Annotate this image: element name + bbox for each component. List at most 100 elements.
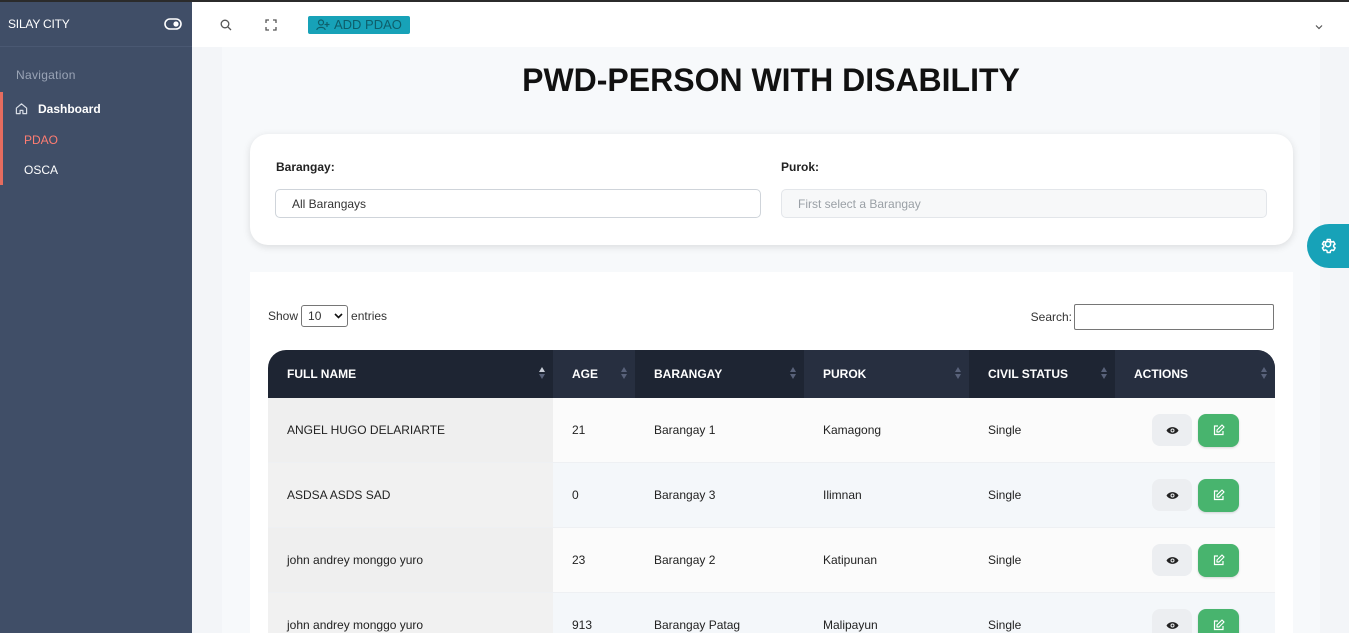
- cell-actions: [1115, 593, 1275, 633]
- main-content: PWD-PERSON WITH DISABILITY Barangay: All…: [222, 47, 1320, 633]
- cell-full-name: ASDSA ASDS SAD: [268, 463, 553, 527]
- purok-select[interactable]: First select a Barangay: [781, 189, 1267, 218]
- column-purok[interactable]: PUROK: [804, 350, 969, 398]
- sort-icon: [790, 367, 796, 379]
- add-pdao-label: ADD PDAO: [334, 17, 402, 32]
- chevron-down-icon[interactable]: [1315, 19, 1323, 33]
- search-input[interactable]: [1074, 304, 1274, 330]
- sidebar-item-dashboard[interactable]: Dashboard: [3, 92, 192, 125]
- column-full-name[interactable]: FULL NAME: [268, 350, 553, 398]
- table-row: john andrey monggo yuro 23 Barangay 2 Ka…: [268, 528, 1275, 593]
- sort-icon: [621, 367, 627, 379]
- brand-name: SILAY CITY: [8, 17, 70, 31]
- view-button[interactable]: [1152, 609, 1192, 633]
- column-label: CIVIL STATUS: [988, 367, 1069, 381]
- cell-barangay: Barangay 3: [654, 488, 716, 502]
- sidebar: SILAY CITY Navigation Dashboard PDAO OSC…: [0, 0, 192, 633]
- table-row: john andrey monggo yuro 913 Barangay Pat…: [268, 593, 1275, 633]
- cell-full-name: ANGEL HUGO DELARIARTE: [268, 398, 553, 462]
- cell-barangay: Barangay 1: [654, 423, 716, 437]
- eye-icon: [1166, 426, 1178, 434]
- column-label: PUROK: [823, 367, 867, 381]
- edit-button[interactable]: [1198, 413, 1239, 447]
- column-label: BARANGAY: [654, 367, 723, 381]
- column-label: FULL NAME: [287, 367, 357, 381]
- edit-button[interactable]: [1198, 543, 1239, 577]
- search-label: Search:: [1030, 310, 1072, 324]
- view-button[interactable]: [1152, 544, 1192, 576]
- nav-group: Dashboard PDAO OSCA: [0, 92, 192, 185]
- table-row: ANGEL HUGO DELARIARTE 21 Barangay 1 Kama…: [268, 398, 1275, 463]
- edit-icon: [1213, 554, 1225, 566]
- cell-barangay: Barangay Patag: [654, 618, 741, 632]
- cell-purok: Ilimnan: [823, 488, 862, 502]
- show-label: Show: [268, 309, 299, 323]
- eye-icon: [1166, 621, 1178, 629]
- add-pdao-button[interactable]: ADD PDAO: [308, 15, 410, 34]
- sidebar-item-pdao[interactable]: PDAO: [3, 125, 192, 155]
- edit-icon: [1213, 489, 1225, 501]
- add-user-icon: [316, 18, 330, 31]
- entries-value: 10: [308, 309, 322, 323]
- cell-civil-status: Single: [988, 488, 1022, 502]
- filter-card: Barangay: All Barangays Purok: First sel…: [250, 134, 1293, 245]
- column-label: ACTIONS: [1134, 367, 1188, 381]
- column-label: AGE: [572, 367, 599, 381]
- column-barangay[interactable]: BARANGAY: [635, 350, 804, 398]
- sort-icon: [539, 367, 545, 379]
- page-title: PWD-PERSON WITH DISABILITY: [522, 62, 1020, 98]
- sort-icon: [1101, 367, 1107, 379]
- entries-label: entries: [351, 309, 388, 323]
- cell-actions: [1115, 463, 1275, 527]
- barangay-label: Barangay:: [276, 160, 335, 174]
- edit-button[interactable]: [1198, 608, 1239, 633]
- table-search: Search:: [1031, 304, 1274, 330]
- eye-icon: [1166, 556, 1178, 564]
- fullscreen-icon[interactable]: [264, 18, 278, 32]
- cell-actions: [1115, 398, 1275, 462]
- gear-icon: [1321, 238, 1336, 254]
- eye-icon: [1166, 491, 1178, 499]
- barangay-select[interactable]: All Barangays: [275, 189, 761, 218]
- cell-civil-status: Single: [988, 423, 1022, 437]
- entries-select[interactable]: 10: [301, 305, 349, 327]
- cell-age: 0: [572, 488, 579, 502]
- column-actions[interactable]: ACTIONS: [1115, 350, 1275, 398]
- sidebar-item-osca[interactable]: OSCA: [3, 155, 192, 185]
- brand-bar: SILAY CITY: [0, 0, 192, 47]
- purok-label: Purok:: [781, 160, 820, 174]
- cell-purok: Malipayun: [823, 618, 878, 632]
- cell-age: 23: [572, 553, 586, 567]
- search-icon[interactable]: [219, 18, 233, 32]
- sort-icon: [1261, 367, 1267, 379]
- table-header: FULL NAME AGE BARANGAY PUROK CIVIL STATU…: [268, 350, 1275, 398]
- show-entries: Show 10 entries: [268, 305, 387, 327]
- top-bar: ADD PDAO: [192, 0, 1349, 47]
- column-age[interactable]: AGE: [553, 350, 635, 398]
- cell-civil-status: Single: [988, 618, 1022, 632]
- data-table: FULL NAME AGE BARANGAY PUROK CIVIL STATU…: [268, 350, 1275, 633]
- chevron-down-icon: [334, 313, 343, 319]
- edit-icon: [1213, 424, 1225, 436]
- home-icon: [15, 102, 29, 116]
- view-button[interactable]: [1152, 479, 1192, 511]
- cell-civil-status: Single: [988, 553, 1022, 567]
- column-civil-status[interactable]: CIVIL STATUS: [969, 350, 1115, 398]
- cell-full-name: john andrey monggo yuro: [268, 528, 553, 592]
- cell-barangay: Barangay 2: [654, 553, 716, 567]
- sort-icon: [955, 367, 961, 379]
- settings-button[interactable]: [1307, 224, 1349, 268]
- cell-purok: Katipunan: [823, 553, 878, 567]
- sidebar-toggle-icon[interactable]: [164, 18, 182, 30]
- view-button[interactable]: [1152, 414, 1192, 446]
- cell-age: 913: [572, 618, 593, 632]
- edit-icon: [1213, 619, 1225, 631]
- table-row: ASDSA ASDS SAD 0 Barangay 3 Ilimnan Sing…: [268, 463, 1275, 528]
- cell-purok: Kamagong: [823, 423, 882, 437]
- table-card: Show 10 entries Search: FULL NAME AGE BA…: [250, 272, 1293, 633]
- sidebar-item-label: Dashboard: [38, 101, 101, 116]
- nav-caption: Navigation: [16, 68, 76, 82]
- cell-actions: [1115, 528, 1275, 592]
- edit-button[interactable]: [1198, 478, 1239, 512]
- cell-full-name: john andrey monggo yuro: [268, 593, 553, 633]
